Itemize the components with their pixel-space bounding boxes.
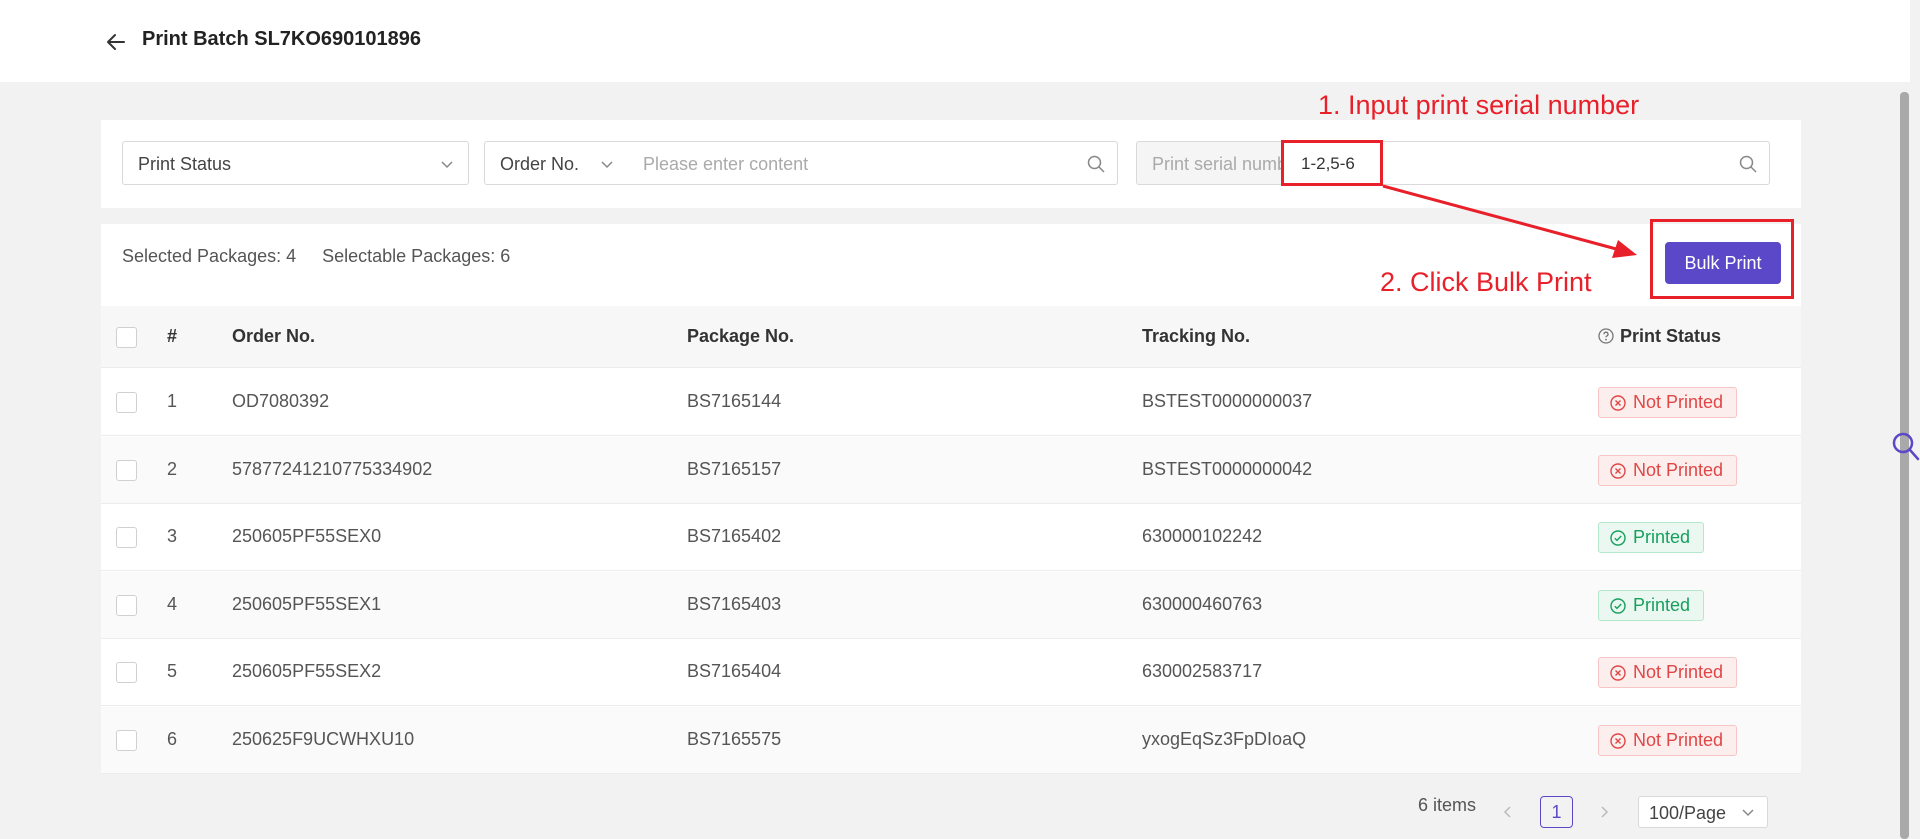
cell-order-no: 250605PF55SEX2 xyxy=(232,661,382,681)
chevron-down-icon xyxy=(601,161,613,169)
back-arrow-icon[interactable] xyxy=(104,30,128,54)
selectable-count: Selectable Packages: 6 xyxy=(322,246,511,266)
check-circle-icon xyxy=(1610,530,1626,546)
cell-package-no: BS7165575 xyxy=(687,728,782,749)
row-checkbox[interactable] xyxy=(116,729,137,751)
order-field-select[interactable]: Order No. xyxy=(484,141,625,185)
floating-search-icon[interactable] xyxy=(1890,430,1920,464)
cell-index: 2 xyxy=(167,458,178,479)
print-status-select[interactable]: Print Status xyxy=(122,141,469,185)
page-header: Print Batch SL7KO690101896 xyxy=(0,0,1910,82)
page-scrollbar[interactable] xyxy=(1900,92,1909,839)
page-size-select[interactable]: 100/Page xyxy=(1638,796,1768,828)
cell-index: 3 xyxy=(167,526,178,546)
cell-index: 4 xyxy=(167,593,178,614)
cell-package-no: BS7165402 xyxy=(687,526,782,546)
cell-index: 1 xyxy=(167,391,178,411)
order-field-label: Order No. xyxy=(500,154,580,174)
page-number-current[interactable]: 1 xyxy=(1540,796,1573,828)
status-badge: Not Printed xyxy=(1598,724,1738,756)
chevron-down-icon xyxy=(441,161,453,169)
serial-number-label: Print serial number xyxy=(1136,141,1284,185)
table-row[interactable]: 2 57877241210775334902 BS7165157 BSTEST0000… xyxy=(101,436,1801,504)
cell-index: 5 xyxy=(167,661,178,681)
table-header: # Order No. Package No. Tracking No. Pri… xyxy=(101,306,1801,368)
close-circle-icon xyxy=(1610,395,1626,411)
cell-order-no: OD7080392 xyxy=(232,391,330,411)
chevron-down-icon xyxy=(1742,809,1754,817)
annotation-step1: 1. Input print serial number xyxy=(1318,90,1640,120)
annotation-box-serial xyxy=(1281,140,1383,186)
cell-package-no: BS7165144 xyxy=(687,391,782,411)
table-row[interactable]: 4 250605PF55SEX1 BS7165403 630000460763 Prin… xyxy=(101,571,1801,639)
cell-package-no: BS7165404 xyxy=(687,661,782,681)
order-search-placeholder: Please enter content xyxy=(643,154,809,174)
row-checkbox[interactable] xyxy=(116,459,137,481)
cell-order-no: 250625F9UCWHXU10 xyxy=(232,728,415,749)
close-circle-icon xyxy=(1610,732,1626,749)
cell-tracking-no: BSTEST0000000037 xyxy=(1142,391,1313,411)
close-circle-icon xyxy=(1610,665,1626,681)
status-badge: Not Printed xyxy=(1598,657,1738,688)
row-checkbox[interactable] xyxy=(116,392,137,413)
filter-bar: Print Status Order No. Please enter cont… xyxy=(101,120,1801,208)
cell-tracking-no: BSTEST0000000042 xyxy=(1142,458,1313,479)
column-header-status: Print Status xyxy=(1598,326,1721,347)
cell-package-no: BS7165403 xyxy=(687,593,782,614)
chevron-right-icon[interactable] xyxy=(1598,804,1610,820)
row-checkbox[interactable] xyxy=(116,594,137,616)
cell-tracking-no: 630000102242 xyxy=(1142,526,1263,546)
print-status-placeholder: Print Status xyxy=(138,154,232,174)
column-header-package: Package No. xyxy=(687,326,795,346)
help-icon[interactable] xyxy=(1598,328,1614,344)
cell-order-no: 250605PF55SEX0 xyxy=(232,526,382,546)
cell-tracking-no: 630002583717 xyxy=(1142,661,1263,681)
column-header-index: # xyxy=(167,326,178,346)
cell-index: 6 xyxy=(167,728,178,749)
row-checkbox[interactable] xyxy=(116,662,137,683)
status-badge: Not Printed xyxy=(1598,387,1738,418)
page-title: Print Batch SL7KO690101896 xyxy=(142,28,422,50)
search-icon[interactable] xyxy=(1739,155,1757,173)
row-checkbox[interactable] xyxy=(116,527,137,548)
cell-tracking-no: yxogEqSz3FpDIoaQ xyxy=(1142,728,1307,749)
cell-tracking-no: 630000460763 xyxy=(1142,593,1263,614)
table-row[interactable]: 1 OD7080392 BS7165144 BSTEST0000000037 Not P… xyxy=(101,369,1801,436)
cell-order-no: 57877241210775334902 xyxy=(232,458,433,479)
close-circle-icon xyxy=(1610,462,1626,479)
annotation-step2: 2. Click Bulk Print xyxy=(1380,267,1592,297)
package-counts: Selected Packages: 4 Selectable Packages:… xyxy=(122,246,510,267)
search-icon[interactable] xyxy=(1087,155,1105,173)
table-row[interactable]: 5 250605PF55SEX2 BS7165404 630002583717 Not … xyxy=(101,639,1801,706)
package-table-card: Selected Packages: 4 Selectable Packages:… xyxy=(101,224,1801,774)
status-badge: Printed xyxy=(1598,522,1705,553)
column-header-tracking: Tracking No. xyxy=(1142,326,1251,346)
chevron-left-icon[interactable] xyxy=(1502,804,1514,820)
order-search-input[interactable]: Please enter content xyxy=(624,141,1118,185)
pagination-total: 6 items xyxy=(1418,795,1477,815)
column-header-order: Order No. xyxy=(232,326,316,346)
annotation-box-bulk-print xyxy=(1650,219,1794,299)
cell-package-no: BS7165157 xyxy=(687,458,782,479)
cell-order-no: 250605PF55SEX1 xyxy=(232,593,382,614)
select-all-checkbox[interactable] xyxy=(116,327,137,348)
check-circle-icon xyxy=(1610,597,1626,614)
table-row[interactable]: 3 250605PF55SEX0 BS7165402 630000102242 Prin… xyxy=(101,504,1801,571)
status-badge: Not Printed xyxy=(1598,454,1738,486)
status-badge: Printed xyxy=(1598,589,1705,621)
table-row[interactable]: 6 250625F9UCWHXU10 BS7165575 yxogEqSz3FpDIo… xyxy=(101,706,1801,774)
selected-count: Selected Packages: 4 xyxy=(122,246,297,266)
